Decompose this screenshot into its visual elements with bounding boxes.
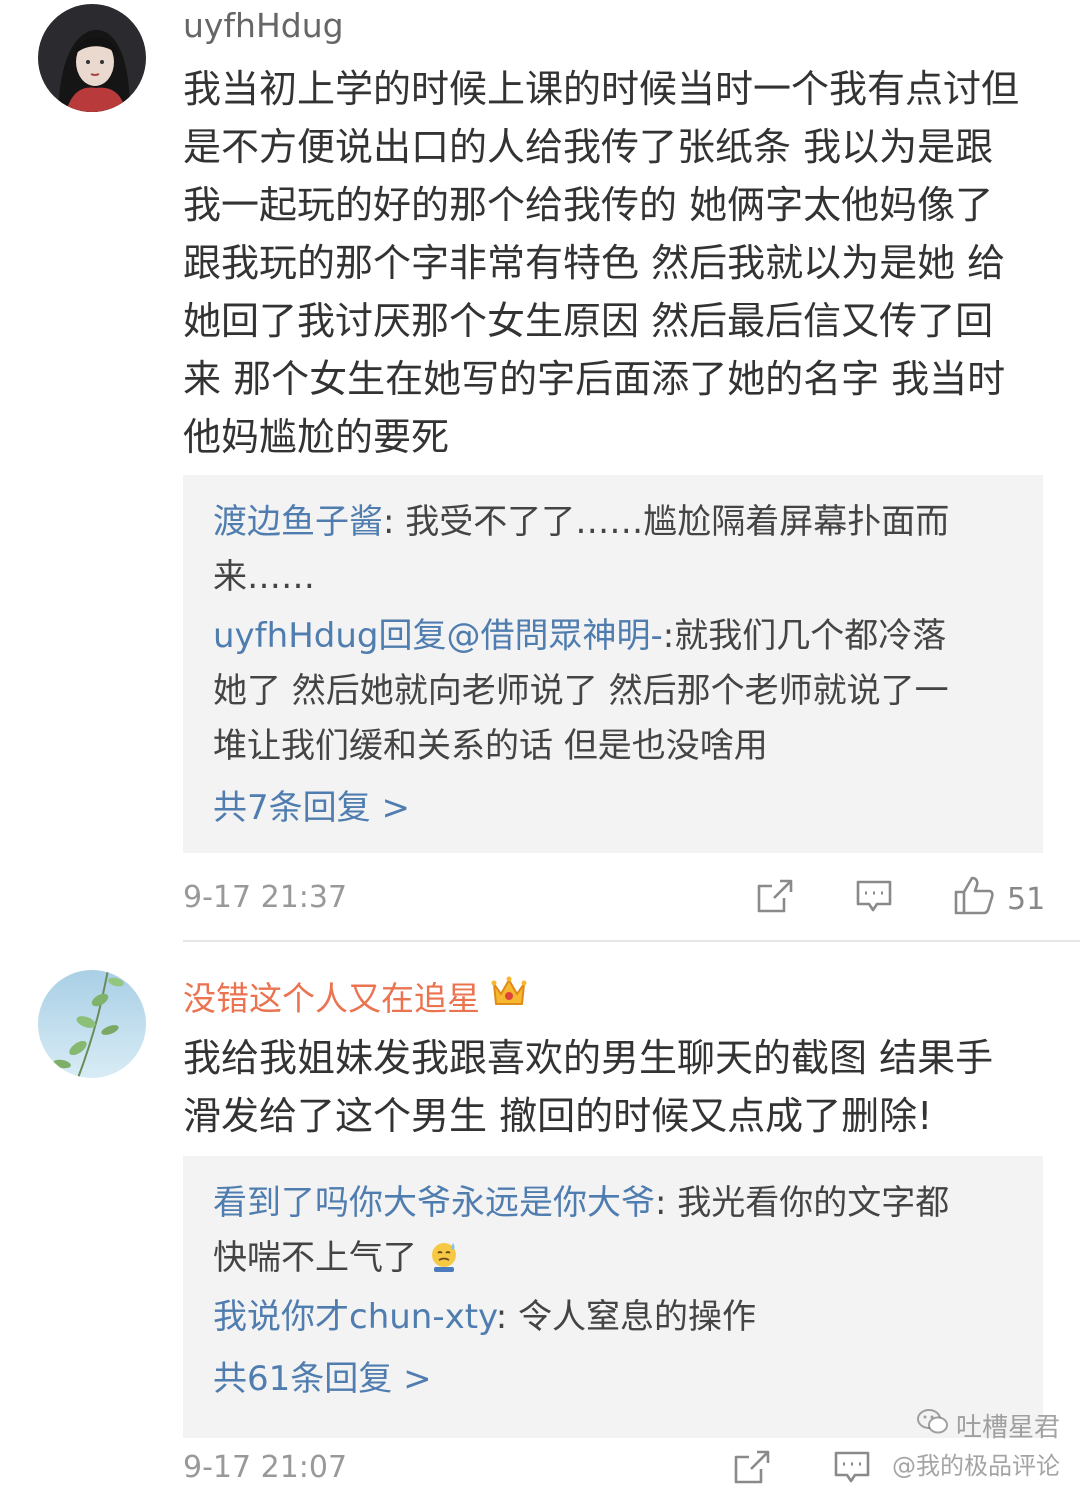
watermark: 吐槽星君 @我的极品评论: [892, 1407, 1060, 1481]
reply-text: 就我们几个都冷落: [674, 616, 947, 656]
reply-line: 渡边鱼子酱: 我受不了了……尴尬隔着屏幕扑面而: [213, 495, 1013, 550]
reply-item: uyfhHdug回复@借問眾神明-:就我们几个都冷落 她了 然后她就向老师说了 …: [213, 609, 1013, 774]
reply-line: 看到了吗你大爷永远是你大爷: 我光看你的文字都: [213, 1176, 1013, 1231]
share-button[interactable]: [756, 878, 794, 922]
watermark-title: 吐槽星君: [955, 1413, 1060, 1443]
comment-icon: [833, 1449, 871, 1493]
reply-separator: :: [495, 1297, 518, 1337]
share-icon: [756, 878, 794, 922]
reply-author[interactable]: uyfhHdug回复@借問眾神明-: [213, 616, 663, 656]
username-text[interactable]: 没错这个人又在追星: [183, 972, 480, 1020]
username[interactable]: 没错这个人又在追星: [183, 972, 528, 1020]
reply-text: 令人窒息的操作: [517, 1297, 756, 1337]
username[interactable]: uyfhHdug: [183, 6, 344, 45]
comment-body: 我给我姐妹发我跟喜欢的男生聊天的截图 结果手 滑发给了这个男生 撤回的时候又点成…: [183, 1029, 1053, 1145]
comment-body-line: 她回了我讨厌那个女生原因 然后最后信又传了回: [183, 299, 994, 343]
reply-text: 我光看你的文字都: [677, 1183, 950, 1223]
reply-separator: :: [662, 616, 675, 656]
reply-author[interactable]: 我说你才chun-xty: [213, 1297, 496, 1337]
watermark-line: 吐槽星君: [892, 1407, 1060, 1444]
comment-card: uyfhHdug 我当初上学的时候上课的时候当时一个我有点讨但 是不方便说出口的…: [0, 0, 1080, 940]
reply-text: 她了 然后她就向老师说了 然后那个老师就说了一: [213, 671, 949, 711]
comment-body-line: 是不方便说出口的人给我传了张纸条 我以为是跟: [183, 125, 994, 169]
crown-icon: [490, 974, 528, 1018]
comment-button[interactable]: [833, 1449, 871, 1493]
reply-separator: :: [655, 1183, 678, 1223]
reply-author[interactable]: 看到了吗你大爷永远是你大爷: [213, 1183, 655, 1223]
more-replies-link[interactable]: 共61条回复 >: [213, 1351, 1013, 1407]
reply-line: 快喘不上气了: [213, 1231, 1013, 1286]
avatar[interactable]: [38, 970, 146, 1078]
reply-separator: :: [383, 502, 406, 542]
comment-body-line: 我一起玩的好的那个给我传的 她俩字太他妈像了: [183, 183, 994, 227]
timestamp: 9-17 21:07: [183, 1450, 348, 1485]
reply-item: 我说你才chun-xty: 令人窒息的操作: [213, 1290, 1013, 1345]
like-count: 51: [1007, 881, 1046, 917]
avatar[interactable]: [38, 4, 146, 112]
comment-button[interactable]: [855, 878, 893, 922]
comment-body-line: 他妈尴尬的要死: [183, 415, 450, 459]
comment-body-line: 滑发给了这个男生 撤回的时候又点成了删除!: [183, 1094, 933, 1138]
timestamp: 9-17 21:37: [183, 880, 348, 915]
reply-text: 来……: [213, 557, 315, 597]
reply-item: 看到了吗你大爷永远是你大爷: 我光看你的文字都 快喘不上气了: [213, 1176, 1013, 1286]
comment-body-line: 我当初上学的时候上课的时候当时一个我有点讨但: [183, 67, 1020, 111]
share-icon: [733, 1449, 771, 1493]
more-replies-link[interactable]: 共7条回复 >: [213, 780, 1013, 836]
reply-text: 快喘不上气了: [213, 1238, 417, 1278]
sweat-emoji-icon: [428, 1238, 460, 1278]
reply-preview-box[interactable]: 看到了吗你大爷永远是你大爷: 我光看你的文字都 快喘不上气了 我说你才chun-…: [183, 1156, 1043, 1438]
watermark-handle: @我的极品评论: [892, 1452, 1060, 1480]
comment-body: 我当初上学的时候上课的时候当时一个我有点讨但 是不方便说出口的人给我传了张纸条 …: [183, 60, 1053, 466]
reply-item: 渡边鱼子酱: 我受不了了……尴尬隔着屏幕扑面而 来……: [213, 495, 1013, 605]
comment-icon: [855, 878, 893, 922]
reply-preview-box[interactable]: 渡边鱼子酱: 我受不了了……尴尬隔着屏幕扑面而 来…… uyfhHdug回复@借…: [183, 475, 1043, 853]
reply-author[interactable]: 渡边鱼子酱: [213, 502, 383, 542]
share-button[interactable]: [733, 1449, 771, 1493]
comment-body-line: 我给我姐妹发我跟喜欢的男生聊天的截图 结果手: [183, 1036, 994, 1080]
like-icon: [953, 874, 995, 924]
reply-line: 我说你才chun-xty: 令人窒息的操作: [213, 1290, 1013, 1345]
like-button[interactable]: 51: [953, 874, 1045, 924]
comment-body-line: 跟我玩的那个字非常有特色 然后我就以为是她 给: [183, 241, 1006, 285]
reply-line: uyfhHdug回复@借問眾神明-:就我们几个都冷落: [213, 609, 1013, 664]
reply-text: 我受不了了……尴尬隔着屏幕扑面而: [405, 502, 950, 542]
comment-body-line: 来 那个女生在她写的字后面添了她的名字 我当时: [183, 357, 1006, 401]
reply-text: 堆让我们缓和关系的话 但是也没啥用: [213, 726, 768, 766]
wechat-icon: [916, 1408, 950, 1443]
